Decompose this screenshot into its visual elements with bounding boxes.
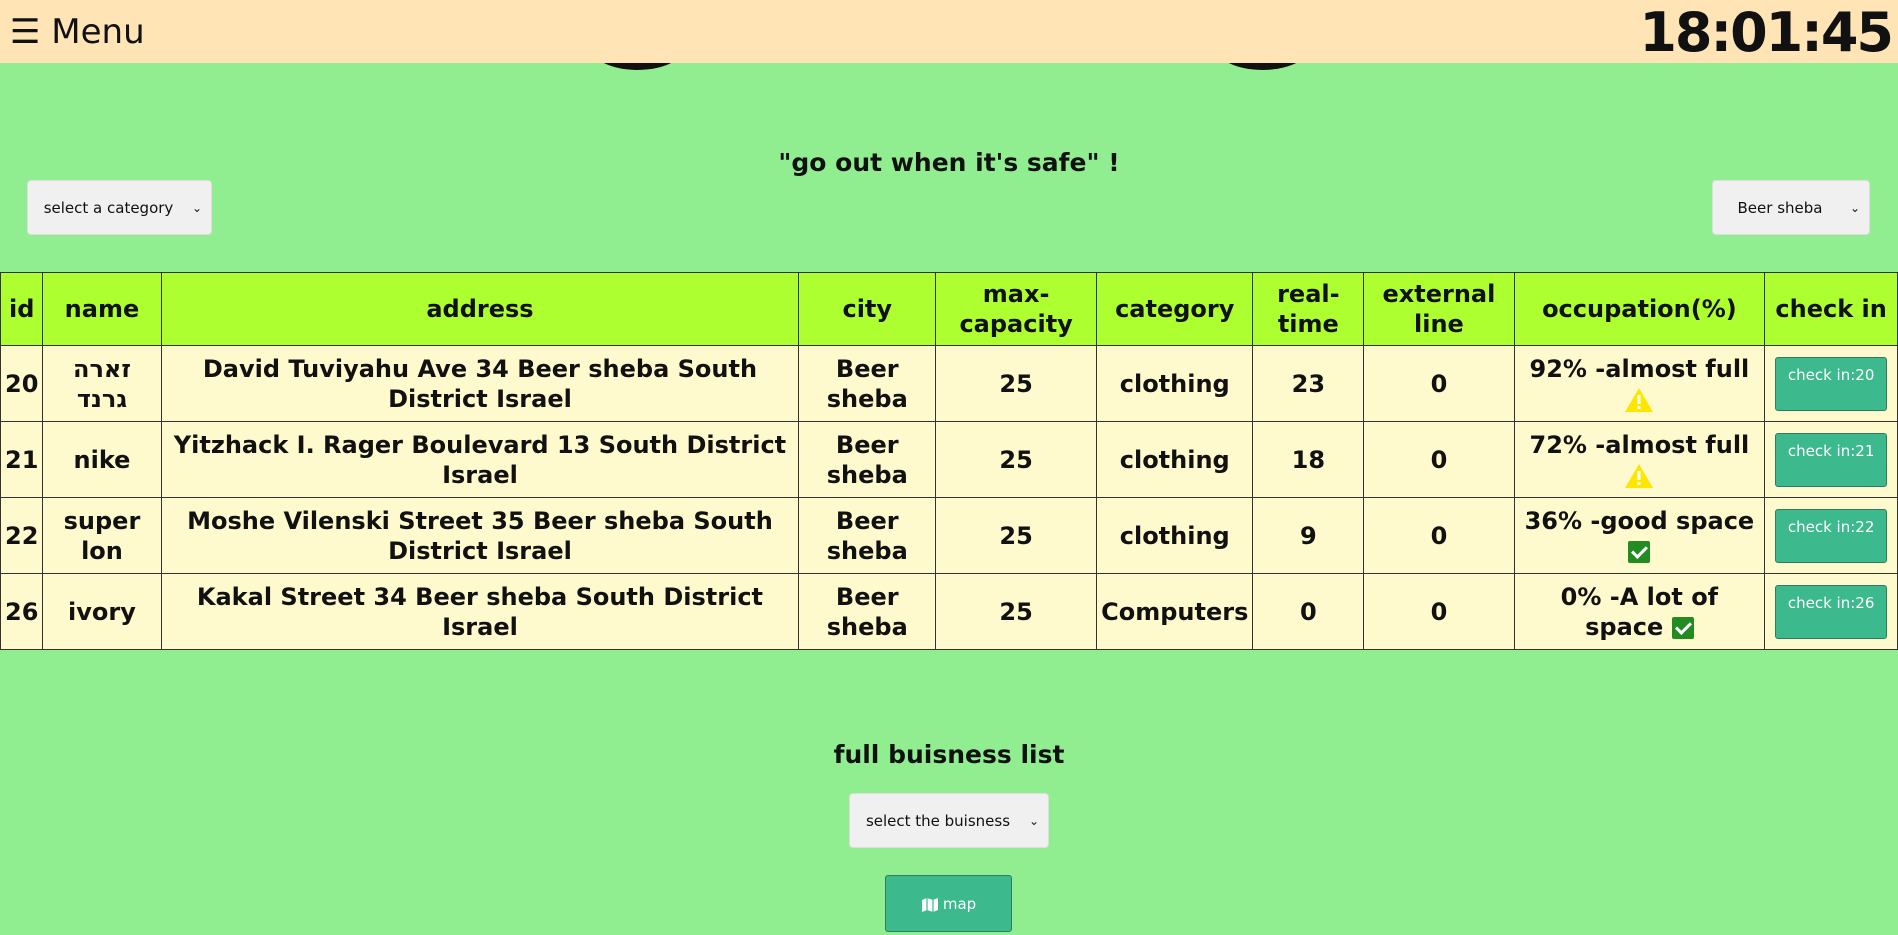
cell-address: Kakal Street 34 Beer sheba South Distric… (160, 573, 800, 650)
city-select[interactable]: Beer sheba ⌄ (1712, 180, 1870, 235)
column-header-name: name (42, 272, 162, 346)
cell-check-in: check in:22 (1764, 497, 1898, 574)
cell-city: Beer sheba (798, 573, 937, 650)
cell-external-line: 0 (1363, 497, 1515, 574)
menu-label: Menu (51, 12, 145, 52)
cell-address: David Tuviyahu Ave 34 Beer sheba South D… (160, 345, 800, 422)
occupation-text: 0% -A lot of space (1560, 582, 1719, 641)
map-button[interactable]: map (885, 875, 1012, 932)
check-in-button[interactable]: check in:20 (1775, 356, 1888, 411)
cell-occupation: 92% -almost full (1513, 345, 1766, 422)
chevron-down-icon: ⌄ (1028, 813, 1040, 828)
cell-name: זארה גרנד (42, 345, 162, 422)
cell-name: nike (42, 421, 162, 498)
check-in-button[interactable]: check in:22 (1775, 508, 1888, 563)
table-row: 26 ivory Kakal Street 34 Beer sheba Sout… (0, 573, 1898, 650)
cell-max-capacity: 25 (935, 345, 1098, 422)
cell-category: clothing (1096, 345, 1254, 422)
business-select[interactable]: select the buisness ⌄ (849, 793, 1049, 848)
check-in-button[interactable]: check in:26 (1775, 584, 1888, 639)
column-header-max-capacity: max-capacity (935, 272, 1098, 346)
cell-address: Moshe Vilenski Street 35 Beer sheba Sout… (160, 497, 800, 574)
chevron-down-icon: ⌄ (191, 200, 203, 215)
menu-button[interactable]: ☰ Menu (10, 10, 145, 54)
slogan: "go out when it's safe" ! (778, 148, 1120, 177)
cell-check-in: check in:21 (1764, 421, 1898, 498)
cell-category: Computers (1096, 573, 1254, 650)
cell-real-time: 9 (1252, 497, 1365, 574)
chevron-down-icon: ⌄ (1849, 200, 1861, 215)
cell-max-capacity: 25 (935, 421, 1098, 498)
cell-check-in: check in:20 (1764, 345, 1898, 422)
cell-address: Yitzhack I. Rager Boulevard 13 South Dis… (160, 421, 800, 498)
cell-id: 22 (0, 497, 44, 574)
occupation-text: 92% -almost full (1529, 354, 1750, 383)
cell-real-time: 0 (1252, 573, 1365, 650)
cell-id: 20 (0, 345, 44, 422)
cell-name: ivory (42, 573, 162, 650)
column-header-check-in: check in (1764, 272, 1898, 346)
checkmark-icon (1628, 540, 1651, 563)
occupation-text: 36% -good space (1524, 506, 1755, 535)
check-in-button[interactable]: check in:21 (1775, 432, 1888, 487)
checkmark-icon (1671, 616, 1694, 639)
table-row: 22 super lon Moshe Vilenski Street 35 Be… (0, 497, 1898, 574)
cell-category: clothing (1096, 421, 1254, 498)
map-icon (921, 897, 938, 912)
cell-external-line: 0 (1363, 421, 1515, 498)
cell-occupation: 72% -almost full (1513, 421, 1766, 498)
map-button-label: map (942, 894, 977, 913)
cell-city: Beer sheba (798, 345, 937, 422)
column-header-external-line: external line (1363, 272, 1515, 346)
cell-max-capacity: 25 (935, 573, 1098, 650)
table-header-row: id name address city max-capacity catego… (0, 272, 1898, 346)
cell-city: Beer sheba (798, 497, 937, 574)
cell-real-time: 23 (1252, 345, 1365, 422)
cell-category: clothing (1096, 497, 1254, 574)
table-row: 20 זארה גרנד David Tuviyahu Ave 34 Beer … (0, 345, 1898, 422)
full-business-list-title: full buisness list (833, 740, 1065, 769)
cell-city: Beer sheba (798, 421, 937, 498)
column-header-category: category (1096, 272, 1254, 346)
cell-max-capacity: 25 (935, 497, 1098, 574)
cell-id: 26 (0, 573, 44, 650)
cell-external-line: 0 (1363, 573, 1515, 650)
cell-name: super lon (42, 497, 162, 574)
cell-external-line: 0 (1363, 345, 1515, 422)
cell-id: 21 (0, 421, 44, 498)
occupation-text: 72% -almost full (1529, 430, 1750, 459)
table-row: 21 nike Yitzhack I. Rager Boulevard 13 S… (0, 421, 1898, 498)
business-select-value: select the buisness (865, 811, 1011, 830)
column-header-city: city (798, 272, 937, 346)
business-table: id name address city max-capacity catego… (0, 272, 1898, 650)
hamburger-icon: ☰ (10, 12, 41, 52)
cell-occupation: 0% -A lot of space (1513, 573, 1766, 650)
category-select[interactable]: select a category ⌄ (27, 180, 212, 235)
clock: 18:01:45 (1639, 1, 1894, 64)
cell-occupation: 36% -good space (1513, 497, 1766, 574)
cell-check-in: check in:26 (1764, 573, 1898, 650)
column-header-address: address (160, 272, 800, 346)
city-select-value: Beer sheba (1737, 198, 1823, 217)
column-header-occupation: occupation(%) (1513, 272, 1766, 346)
warning-icon (1625, 387, 1654, 412)
cell-real-time: 18 (1252, 421, 1365, 498)
top-bar: ☰ Menu 18:01:45 (0, 0, 1898, 64)
category-select-value: select a category (43, 198, 174, 217)
column-header-id: id (0, 272, 44, 346)
warning-icon (1625, 463, 1654, 488)
column-header-real-time: real-time (1252, 272, 1365, 346)
